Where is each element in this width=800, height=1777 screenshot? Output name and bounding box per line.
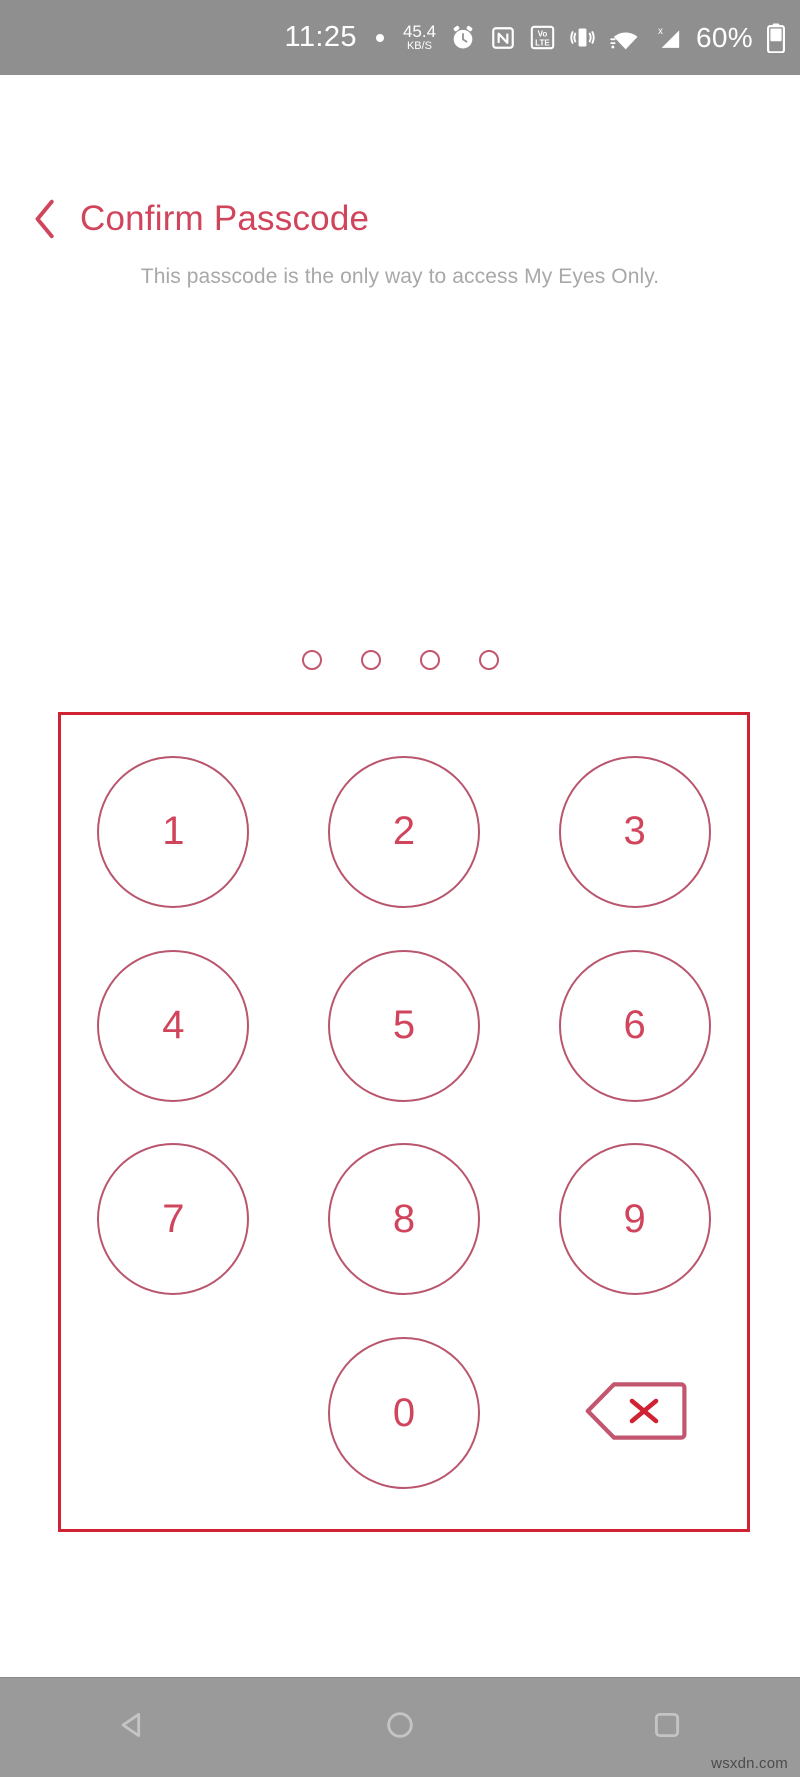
phone-screen: 11:25 45.4 KB/S Vo LTE x 60% Confirm Pas… [0, 0, 800, 1777]
nav-back-button[interactable] [88, 1683, 178, 1773]
triangle-back-icon [116, 1708, 150, 1747]
circle-home-icon [383, 1708, 417, 1747]
svg-text:LTE: LTE [535, 38, 550, 47]
volte-icon: Vo LTE [529, 24, 556, 51]
dot-icon [375, 33, 384, 42]
key-blank [97, 1337, 249, 1489]
network-speed-value: 45.4 [402, 22, 437, 41]
key-backspace[interactable] [575, 1373, 695, 1453]
network-speed-unit: KB/S [406, 40, 433, 52]
status-bar: 11:25 45.4 KB/S Vo LTE x 60% [0, 0, 800, 75]
passcode-dot-4 [478, 650, 499, 670]
passcode-dot-1 [301, 650, 322, 670]
passcode-subtitle: This passcode is the only way to access … [140, 265, 660, 288]
vibrate-icon [569, 24, 596, 51]
nav-home-button[interactable] [355, 1683, 445, 1773]
nfc-icon [490, 25, 516, 51]
android-nav-bar: wsxdn.com [0, 1677, 800, 1777]
key-1[interactable]: 1 [97, 755, 250, 908]
key-3[interactable]: 3 [558, 755, 711, 908]
passcode-dot-2 [360, 650, 381, 670]
nav-recents-button[interactable] [622, 1683, 712, 1773]
network-speed-indicator: 45.4 KB/S [403, 23, 436, 52]
battery-percent-label: 60% [696, 21, 753, 53]
backspace-delete-icon [583, 1380, 687, 1447]
key-4[interactable]: 4 [97, 949, 250, 1102]
page-header: Confirm Passcode [28, 197, 369, 241]
watermark: wsxdn.com [711, 1755, 788, 1772]
key-0[interactable]: 0 [327, 1337, 480, 1490]
cellular-signal-icon: x [652, 24, 683, 52]
status-bar-clock: 11:25 [284, 21, 357, 53]
svg-text:Vo: Vo [538, 29, 548, 38]
key-5[interactable]: 5 [327, 949, 480, 1102]
wifi-icon [609, 24, 639, 51]
page-title: Confirm Passcode [80, 199, 370, 238]
svg-text:x: x [658, 25, 663, 36]
square-recents-icon [650, 1708, 684, 1747]
key-7[interactable]: 7 [97, 1143, 250, 1296]
numeric-keypad: 1 2 3 4 5 6 7 8 9 0 [58, 735, 750, 1510]
passcode-dots-indicator [0, 650, 800, 670]
passcode-dot-3 [419, 650, 440, 670]
battery-icon [766, 23, 786, 53]
key-2[interactable]: 2 [327, 755, 480, 908]
key-8[interactable]: 8 [327, 1143, 480, 1296]
key-9[interactable]: 9 [558, 1143, 711, 1296]
chevron-left-icon[interactable] [28, 197, 62, 241]
main-content: Confirm Passcode This passcode is the on… [0, 75, 800, 1677]
alarm-icon [449, 24, 477, 52]
key-6[interactable]: 6 [558, 949, 711, 1102]
